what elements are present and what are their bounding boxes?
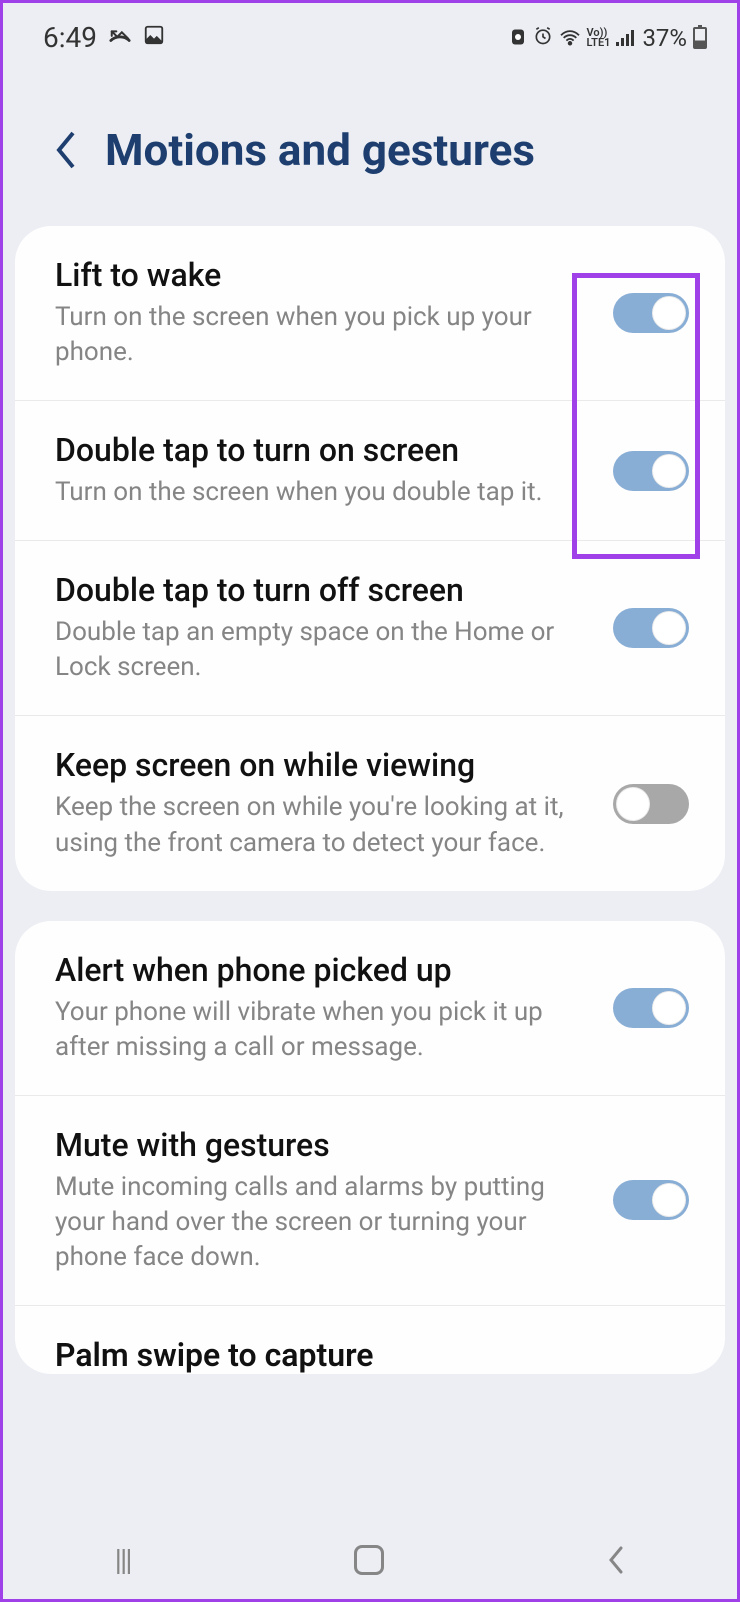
toggle-double-tap-off[interactable] [613,608,689,648]
status-right: Vo)) LTE1 37% [509,24,707,52]
back-icon[interactable] [53,129,77,171]
setting-desc: Turn on the screen when you pick up your… [55,300,593,370]
wifi-icon [559,24,581,52]
settings-card-2: Alert when phone picked up Your phone wi… [15,921,725,1374]
header: Motions and gestures [3,64,737,226]
back-button[interactable] [607,1545,625,1575]
setting-double-tap-off[interactable]: Double tap to turn off screen Double tap… [15,541,725,716]
toggle-alert-pickup[interactable] [613,988,689,1028]
page-title: Motions and gestures [105,124,535,176]
setting-text: Keep screen on while viewing Keep the sc… [55,746,593,860]
setting-desc: Turn on the screen when you double tap i… [55,475,593,510]
setting-title: Double tap to turn off screen [55,571,593,609]
setting-desc: Your phone will vibrate when you pick it… [55,995,593,1065]
setting-title: Lift to wake [55,256,593,294]
setting-text: Alert when phone picked up Your phone wi… [55,951,593,1065]
setting-mute-gestures[interactable]: Mute with gestures Mute incoming calls a… [15,1096,725,1306]
picture-icon [143,23,165,53]
setting-text: Double tap to turn off screen Double tap… [55,571,593,685]
setting-title: Palm swipe to capture [55,1336,689,1374]
status-bar: 6:49 Vo)) LTE1 3 [3,3,737,64]
setting-alert-pickup[interactable]: Alert when phone picked up Your phone wi… [15,921,725,1096]
setting-text: Mute with gestures Mute incoming calls a… [55,1126,593,1275]
setting-desc: Double tap an empty space on the Home or… [55,615,593,685]
toggle-lift-to-wake[interactable] [613,293,689,333]
setting-desc: Keep the screen on while you're looking … [55,790,593,860]
settings-card-1: Lift to wake Turn on the screen when you… [15,226,725,891]
alarm-icon [533,24,553,52]
battery-pct: 37% [642,24,687,52]
setting-double-tap-on[interactable]: Double tap to turn on screen Turn on the… [15,401,725,541]
setting-title: Alert when phone picked up [55,951,593,989]
setting-lift-to-wake[interactable]: Lift to wake Turn on the screen when you… [15,226,725,401]
setting-title: Keep screen on while viewing [55,746,593,784]
signal-icon [616,24,636,52]
setting-keep-screen-on[interactable]: Keep screen on while viewing Keep the sc… [15,716,725,890]
setting-palm-swipe[interactable]: Palm swipe to capture [15,1306,725,1374]
battery-icon [693,27,707,49]
toggle-double-tap-on[interactable] [613,451,689,491]
status-left: 6:49 [43,21,165,54]
recents-button[interactable]: ||| [115,1543,131,1578]
notification-icon [509,24,527,52]
toggle-mute-gestures[interactable] [613,1180,689,1220]
network-type: Vo)) LTE1 [587,28,611,48]
clock: 6:49 [43,21,97,54]
home-button[interactable] [354,1545,384,1575]
setting-desc: Mute incoming calls and alarms by puttin… [55,1170,593,1275]
setting-title: Mute with gestures [55,1126,593,1164]
setting-text: Lift to wake Turn on the screen when you… [55,256,593,370]
missed-call-icon [109,23,131,53]
setting-text: Double tap to turn on screen Turn on the… [55,431,593,510]
setting-title: Double tap to turn on screen [55,431,593,469]
navigation-bar: ||| [3,1521,737,1599]
toggle-keep-screen-on[interactable] [613,784,689,824]
